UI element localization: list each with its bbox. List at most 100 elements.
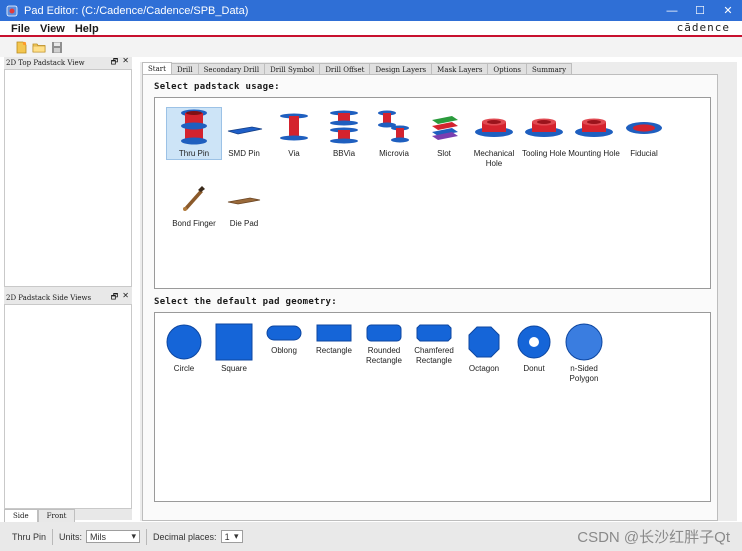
- usage-label: SMD Pin: [228, 149, 260, 158]
- bbvia-icon: [317, 108, 371, 146]
- usage-fiducial[interactable]: Fiducial: [617, 108, 671, 159]
- side-view-tabs: Side Front: [4, 509, 76, 523]
- usage-group: Thru Pin SMD Pin Via BBVia Microvia Slot…: [154, 97, 711, 289]
- chevron-down-icon: ▾: [234, 531, 239, 541]
- usage-label: Mechanical Hole: [473, 149, 515, 168]
- maximize-button[interactable]: ☐: [686, 0, 714, 21]
- float-icon[interactable]: 🗗: [111, 56, 119, 70]
- usage-mechanical-hole[interactable]: Mechanical Hole: [467, 108, 521, 169]
- close-icon[interactable]: ✕: [122, 56, 129, 70]
- geometry-octagon[interactable]: Octagon: [457, 323, 511, 374]
- menu-file[interactable]: File: [11, 23, 30, 35]
- die-pad-icon: [217, 178, 271, 216]
- tooling-hole-icon: [517, 108, 571, 146]
- geometry-label: Rounded Rectangle: [365, 346, 403, 365]
- geometry-chamfered-rectangle[interactable]: Chamfered Rectangle: [407, 323, 461, 366]
- units-value: Mils: [90, 531, 107, 542]
- geometry-label: Chamfered Rectangle: [414, 346, 454, 365]
- top-view-title: 2D Top Padstack View: [6, 59, 85, 67]
- geometry-group: Circle Square Oblong Rectangle Rounded R…: [154, 312, 711, 502]
- minimize-button[interactable]: —: [658, 0, 686, 21]
- usage-group-title: Select padstack usage:: [154, 82, 280, 92]
- main-panel: Start Drill Secondary Drill Drill Symbol…: [140, 62, 737, 521]
- usage-label: Bond Finger: [172, 219, 216, 228]
- usage-slot[interactable]: Slot: [417, 108, 471, 159]
- status-bar: Thru Pin Units: Mils ▾ Decimal places: 1…: [0, 522, 742, 551]
- usage-tooling-hole[interactable]: Tooling Hole: [517, 108, 571, 159]
- decimal-select[interactable]: 1 ▾: [220, 530, 243, 543]
- app-icon: [6, 5, 18, 17]
- float-icon[interactable]: 🗗: [111, 291, 119, 305]
- units-select[interactable]: Mils ▾: [86, 530, 141, 543]
- open-folder-icon[interactable]: [32, 41, 46, 54]
- octagon-icon: [457, 323, 511, 361]
- chamfered-rectangle-icon: [407, 323, 461, 343]
- geometry-label: Donut: [523, 364, 545, 373]
- menu-help[interactable]: Help: [75, 23, 99, 35]
- menu-view[interactable]: View: [40, 23, 65, 35]
- geometry-label: Oblong: [271, 346, 297, 355]
- usage-label: Thru Pin: [178, 149, 210, 158]
- close-button[interactable]: ✕: [714, 0, 742, 21]
- left-dock-area: 2D Top Padstack View 🗗 ✕ 2D Padstack Sid…: [4, 56, 132, 520]
- geometry-rectangle[interactable]: Rectangle: [307, 323, 361, 356]
- tab-side[interactable]: Side: [4, 509, 38, 523]
- usage-mounting-hole[interactable]: Mounting Hole: [567, 108, 621, 159]
- save-icon[interactable]: [50, 41, 64, 54]
- side-view-canvas[interactable]: [4, 304, 132, 509]
- microvia-icon: [367, 108, 421, 146]
- watermark-text: CSDN @长沙红胖子Qt: [577, 529, 730, 546]
- close-icon[interactable]: ✕: [122, 291, 129, 305]
- via-icon: [267, 108, 321, 146]
- usage-smd-pin[interactable]: SMD Pin: [217, 108, 271, 159]
- geometry-label: Square: [221, 364, 247, 373]
- thru-pin-icon: [167, 108, 221, 146]
- slot-icon: [417, 108, 471, 146]
- mounting-hole-icon: [567, 108, 621, 146]
- geometry-circle[interactable]: Circle: [157, 323, 211, 374]
- usage-microvia[interactable]: Microvia: [367, 108, 421, 159]
- status-usage: Thru Pin: [12, 531, 47, 542]
- usage-die-pad[interactable]: Die Pad: [217, 178, 271, 229]
- mechanical-hole-icon: [467, 108, 521, 146]
- decimal-label: Decimal places:: [153, 531, 217, 542]
- usage-via[interactable]: Via: [267, 108, 321, 159]
- rectangle-icon: [307, 323, 361, 343]
- rounded-rectangle-icon: [357, 323, 411, 343]
- oblong-icon: [257, 323, 311, 343]
- geometry-rounded-rectangle[interactable]: Rounded Rectangle: [357, 323, 411, 366]
- usage-label: Tooling Hole: [521, 149, 567, 158]
- usage-label: Microvia: [379, 149, 409, 158]
- polygon-icon: [557, 323, 611, 361]
- usage-bbvia[interactable]: BBVia: [317, 108, 371, 159]
- circle-icon: [157, 323, 211, 361]
- geometry-label: Octagon: [468, 364, 500, 373]
- decimal-value: 1: [224, 531, 230, 542]
- usage-label: Mounting Hole: [568, 149, 620, 158]
- usage-bond-finger[interactable]: Bond Finger: [167, 178, 221, 229]
- usage-label: Slot: [437, 149, 451, 158]
- new-icon[interactable]: [14, 41, 28, 54]
- cadence-logo: cādence: [676, 21, 730, 34]
- top-view-canvas[interactable]: [4, 69, 132, 287]
- geometry-n-sided-polygon[interactable]: n-Sided Polygon: [557, 323, 611, 384]
- bond-finger-icon: [167, 178, 221, 216]
- usage-thru-pin[interactable]: Thru Pin: [166, 107, 222, 160]
- side-view-title: 2D Padstack Side Views: [6, 294, 92, 302]
- usage-label: Die Pad: [229, 219, 259, 228]
- side-view-panel: 2D Padstack Side Views 🗗 ✕: [4, 291, 132, 510]
- geometry-label: n-Sided Polygon: [569, 364, 599, 383]
- top-view-panel: 2D Top Padstack View 🗗 ✕: [4, 56, 132, 290]
- geometry-square[interactable]: Square: [207, 323, 261, 374]
- units-label: Units:: [59, 531, 83, 542]
- usage-label: Via: [288, 149, 300, 158]
- geometry-group-title: Select the default pad geometry:: [154, 297, 337, 307]
- square-icon: [207, 323, 261, 361]
- title-bar: Pad Editor: (C:/Cadence/Cadence/SPB_Data…: [0, 0, 742, 21]
- geometry-oblong[interactable]: Oblong: [257, 323, 311, 356]
- toolbar: [0, 37, 742, 57]
- geometry-label: Rectangle: [315, 346, 353, 355]
- geometry-donut[interactable]: Donut: [507, 323, 561, 374]
- smd-pin-icon: [217, 108, 271, 146]
- tab-front[interactable]: Front: [37, 509, 76, 523]
